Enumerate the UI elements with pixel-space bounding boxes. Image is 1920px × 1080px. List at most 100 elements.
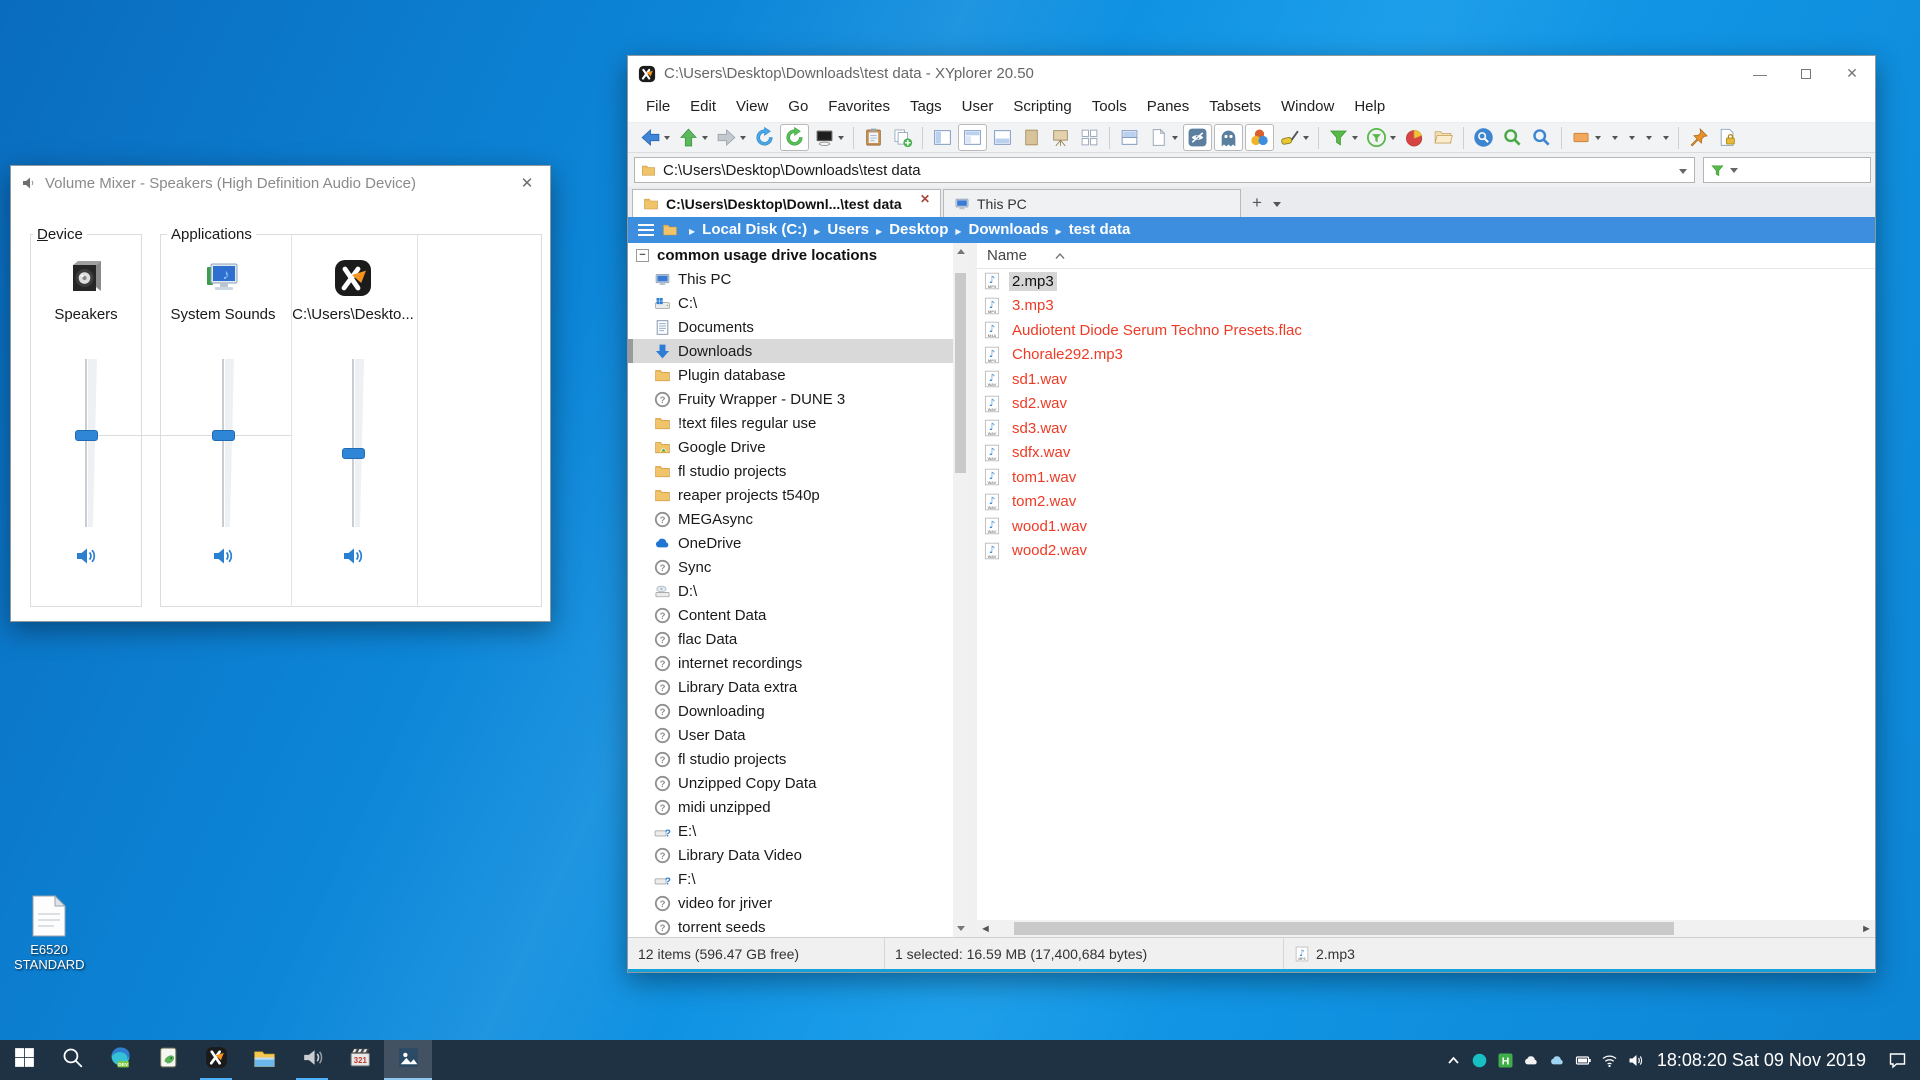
tile-view-button[interactable]: [1076, 125, 1103, 150]
tree-item-documents[interactable]: Documents: [628, 315, 953, 339]
file-row-tom2-wav[interactable]: ♪WAVtom2.wav: [977, 490, 1875, 515]
file-row-sd2-wav[interactable]: ♪WAVsd2.wav: [977, 392, 1875, 417]
dropdown-caret-icon[interactable]: [1303, 136, 1309, 140]
dropdown-caret-icon[interactable]: [1595, 136, 1601, 140]
slider-handle[interactable]: [75, 430, 98, 441]
mute-button[interactable]: [211, 544, 235, 568]
tree-section-header[interactable]: −common usage drive locations: [628, 243, 953, 267]
taskbar-notepad-plus-plus-button[interactable]: [144, 1040, 192, 1080]
format-painter-button[interactable]: [1276, 125, 1312, 150]
pane-layout-3-button[interactable]: [989, 125, 1016, 150]
tree-item-downloads[interactable]: Downloads: [628, 339, 953, 363]
tree-scrollbar[interactable]: [953, 243, 968, 937]
split-horizontal-button[interactable]: [1116, 125, 1143, 150]
show-on-display-button[interactable]: [811, 125, 847, 150]
ghost-files-button[interactable]: [1214, 124, 1243, 151]
tree-item-plugin-database[interactable]: Plugin database: [628, 363, 953, 387]
taskbar-mpc-hc-button[interactable]: 321: [336, 1040, 384, 1080]
tree-scrollbar-thumb[interactable]: [955, 273, 966, 473]
show-hidden-button[interactable]: [1183, 124, 1212, 151]
tray-volume-icon[interactable]: [1623, 1040, 1649, 1080]
scroll-up-icon[interactable]: [957, 249, 965, 254]
tree-item-this-pc[interactable]: This PC: [628, 267, 953, 291]
dropdown-caret-icon[interactable]: [702, 136, 708, 140]
taskbar-edge-button[interactable]: DEV: [96, 1040, 144, 1080]
dropdown-caret-icon[interactable]: [1646, 136, 1652, 140]
tree-item-torrent-seeds[interactable]: ?torrent seeds: [628, 915, 953, 937]
taskbar-volume-mixer-app-button[interactable]: [288, 1040, 336, 1080]
tree-item-flac-data[interactable]: ?flac Data: [628, 627, 953, 651]
tree-item-text-files-regular-use[interactable]: !text files regular use: [628, 411, 953, 435]
volume-slider[interactable]: [208, 359, 238, 527]
minimize-button[interactable]: —: [1737, 56, 1783, 91]
tag-blue-button[interactable]: [1657, 134, 1672, 142]
file-row-sd3-wav[interactable]: ♪WAVsd3.wav: [977, 416, 1875, 441]
h-scrollbar-thumb[interactable]: [1014, 922, 1674, 935]
search-names-button[interactable]: [1499, 125, 1526, 150]
menu-go[interactable]: Go: [778, 91, 818, 123]
up-button[interactable]: [675, 125, 711, 150]
tab-close-icon[interactable]: ✕: [920, 192, 930, 206]
tree-item-onedrive[interactable]: OneDrive: [628, 531, 953, 555]
tree-item-e[interactable]: ?E:\: [628, 819, 953, 843]
menu-edit[interactable]: Edit: [680, 91, 726, 123]
tab-list-dropdown-icon[interactable]: [1273, 202, 1281, 207]
breadcrumb-segment[interactable]: Local Disk (C:): [702, 221, 807, 238]
scroll-right-icon[interactable]: ►: [1858, 923, 1875, 935]
volume-slider[interactable]: [71, 359, 101, 527]
tag-green-button[interactable]: [1606, 134, 1621, 142]
tree-item-google-drive[interactable]: Google Drive: [628, 435, 953, 459]
list-horizontal-scrollbar[interactable]: ◄ ►: [977, 920, 1875, 937]
menu-window[interactable]: Window: [1271, 91, 1344, 123]
menu-user[interactable]: User: [952, 91, 1004, 123]
tree-item-downloading[interactable]: ?Downloading: [628, 699, 953, 723]
breadcrumb-segment[interactable]: Desktop: [889, 221, 948, 238]
dropdown-caret-icon[interactable]: [1612, 136, 1618, 140]
tree-item-sync[interactable]: ?Sync: [628, 555, 953, 579]
find-files-button[interactable]: [1528, 125, 1555, 150]
collapse-icon[interactable]: −: [636, 249, 649, 262]
address-input[interactable]: C:\Users\Desktop\Downloads\test data: [634, 157, 1695, 183]
filter-dropdown-icon[interactable]: [1730, 168, 1738, 173]
mute-button[interactable]: [74, 544, 98, 568]
tray-tray-hwinfo-icon[interactable]: H: [1493, 1040, 1519, 1080]
tree-item-unzipped-copy-data[interactable]: ?Unzipped Copy Data: [628, 771, 953, 795]
tree-item-f[interactable]: ?F:\: [628, 867, 953, 891]
tree-item-video-for-jriver[interactable]: ?video for jriver: [628, 891, 953, 915]
dropdown-caret-icon[interactable]: [1390, 136, 1396, 140]
hamburger-menu-icon[interactable]: [638, 221, 654, 239]
dropdown-caret-icon[interactable]: [838, 136, 844, 140]
breadcrumb-segment[interactable]: test data: [1069, 221, 1131, 238]
menu-view[interactable]: View: [726, 91, 778, 123]
tag-orange-button[interactable]: [1623, 134, 1638, 142]
menu-favorites[interactable]: Favorites: [818, 91, 900, 123]
pane-splitter[interactable]: [968, 243, 977, 937]
global-visual-filter-button[interactable]: [1363, 125, 1399, 150]
volume-slider[interactable]: [338, 359, 368, 527]
visual-filter-button[interactable]: [1325, 125, 1361, 150]
tray-network-icon[interactable]: [1597, 1040, 1623, 1080]
tree-item-c[interactable]: C:\: [628, 291, 953, 315]
action-center-button[interactable]: [1876, 1040, 1918, 1080]
color-filter-button[interactable]: [1245, 124, 1274, 151]
menu-help[interactable]: Help: [1344, 91, 1395, 123]
highlight-color-button[interactable]: [1568, 125, 1604, 150]
tree-item-fl-studio-projects[interactable]: fl studio projects: [628, 459, 953, 483]
file-row-sdfx-wav[interactable]: ♪WAVsdfx.wav: [977, 441, 1875, 466]
preview-pane-button[interactable]: [1047, 125, 1074, 150]
refresh-tab-button[interactable]: [780, 124, 809, 151]
live-filter-button[interactable]: [1470, 125, 1497, 150]
tree-item-internet-recordings[interactable]: ?internet recordings: [628, 651, 953, 675]
dropdown-caret-icon[interactable]: [1629, 136, 1635, 140]
address-dropdown-icon[interactable]: [1679, 169, 1687, 174]
slider-handle[interactable]: [212, 430, 235, 441]
menu-tools[interactable]: Tools: [1082, 91, 1137, 123]
file-row-sd1-wav[interactable]: ♪WAVsd1.wav: [977, 367, 1875, 392]
dropdown-caret-icon[interactable]: [740, 136, 746, 140]
scroll-left-icon[interactable]: ◄: [977, 923, 994, 935]
column-header-name[interactable]: Name: [977, 243, 1875, 269]
breadcrumb-segment[interactable]: Downloads: [969, 221, 1049, 238]
tab-1[interactable]: C:\Users\Desktop\Downl...\test data✕: [632, 189, 941, 217]
dropdown-caret-icon[interactable]: [1663, 136, 1669, 140]
tree-item-library-data-video[interactable]: ?Library Data Video: [628, 843, 953, 867]
